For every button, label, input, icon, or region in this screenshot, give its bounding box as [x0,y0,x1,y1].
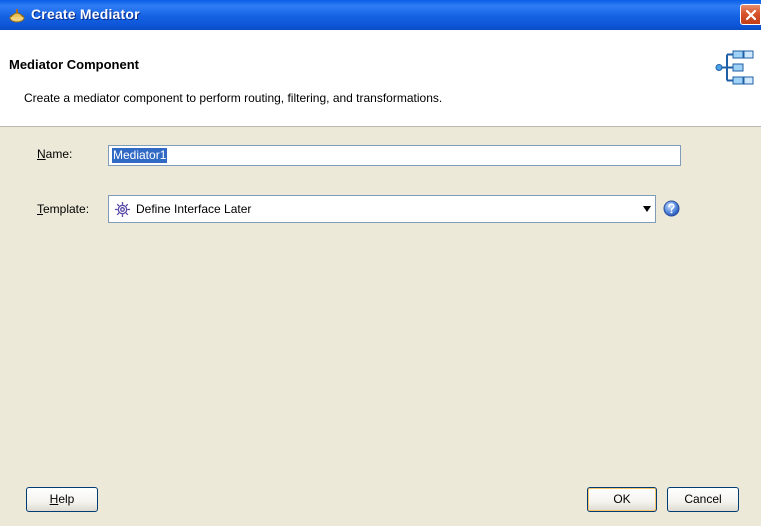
name-label: Name: [37,147,72,161]
template-selected-value: Define Interface Later [136,202,252,216]
window-title: Create Mediator [31,6,140,22]
gear-icon [114,201,131,218]
help-question-icon[interactable] [663,200,680,217]
name-label-text: ame: [45,147,73,161]
header-title: Mediator Component [9,57,139,72]
mediator-routing-icon [715,50,755,86]
chevron-down-icon[interactable] [643,206,651,212]
cancel-button[interactable]: Cancel [667,487,739,512]
ok-button[interactable]: OK [587,487,657,512]
help-button-label: elp [58,492,75,506]
create-mediator-dialog: Create Mediator Mediator Component Creat… [0,0,761,526]
app-icon [8,7,26,23]
close-icon [745,9,757,21]
template-select[interactable]: Define Interface Later [108,195,656,223]
close-button[interactable] [740,4,761,25]
name-input[interactable] [108,145,681,166]
template-label: Template: [37,202,89,216]
dialog-header: Mediator Component Create a mediator com… [0,30,761,127]
title-bar[interactable]: Create Mediator [0,0,761,30]
help-button[interactable]: Help [26,487,98,512]
name-label-mnemonic: N [37,147,46,161]
header-description: Create a mediator component to perform r… [24,91,443,105]
template-label-text: emplate: [43,202,90,216]
